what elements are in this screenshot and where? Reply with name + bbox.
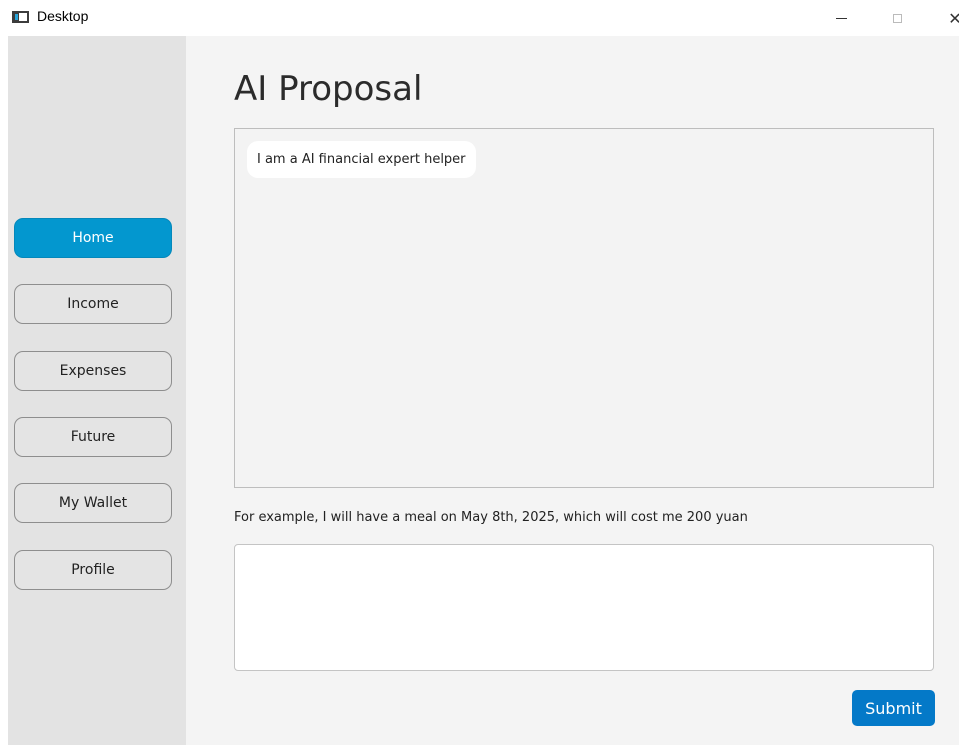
chat-message-bubble: I am a AI financial expert helper <box>247 141 476 178</box>
minimize-icon <box>835 17 847 19</box>
sidebar: Home Income Expenses Future My Wallet Pr… <box>8 36 186 745</box>
sidebar-item-label: Income <box>67 296 119 312</box>
minimize-button[interactable] <box>818 0 864 36</box>
sidebar-item-profile[interactable]: Profile <box>14 550 172 590</box>
window-title: Desktop <box>37 8 89 24</box>
input-hint: For example, I will have a meal on May 8… <box>234 510 748 525</box>
sidebar-item-expenses[interactable]: Expenses <box>14 351 172 391</box>
chat-message-text: I am a AI financial expert helper <box>257 152 466 167</box>
sidebar-item-label: Expenses <box>59 363 127 379</box>
prompt-input[interactable] <box>234 544 934 671</box>
close-icon: ✕ <box>948 8 959 28</box>
sidebar-item-label: My Wallet <box>58 495 128 511</box>
page-title: AI Proposal <box>234 69 423 109</box>
close-button[interactable]: ✕ <box>932 0 959 36</box>
sidebar-item-future[interactable]: Future <box>14 417 172 457</box>
main-content: AI Proposal I am a AI financial expert h… <box>186 36 959 745</box>
sidebar-item-label: Home <box>72 230 114 246</box>
sidebar-item-my-wallet[interactable]: My Wallet <box>14 483 172 523</box>
chat-history[interactable]: I am a AI financial expert helper <box>234 128 934 488</box>
maximize-button[interactable] <box>874 0 920 36</box>
sidebar-item-label: Profile <box>71 562 115 578</box>
app-window-icon <box>12 11 29 23</box>
maximize-icon <box>892 13 902 23</box>
title-bar: Desktop ✕ <box>0 0 959 36</box>
sidebar-item-income[interactable]: Income <box>14 284 172 324</box>
sidebar-item-home[interactable]: Home <box>14 218 172 258</box>
sidebar-item-label: Future <box>70 429 116 445</box>
submit-button[interactable]: Submit <box>852 690 935 726</box>
